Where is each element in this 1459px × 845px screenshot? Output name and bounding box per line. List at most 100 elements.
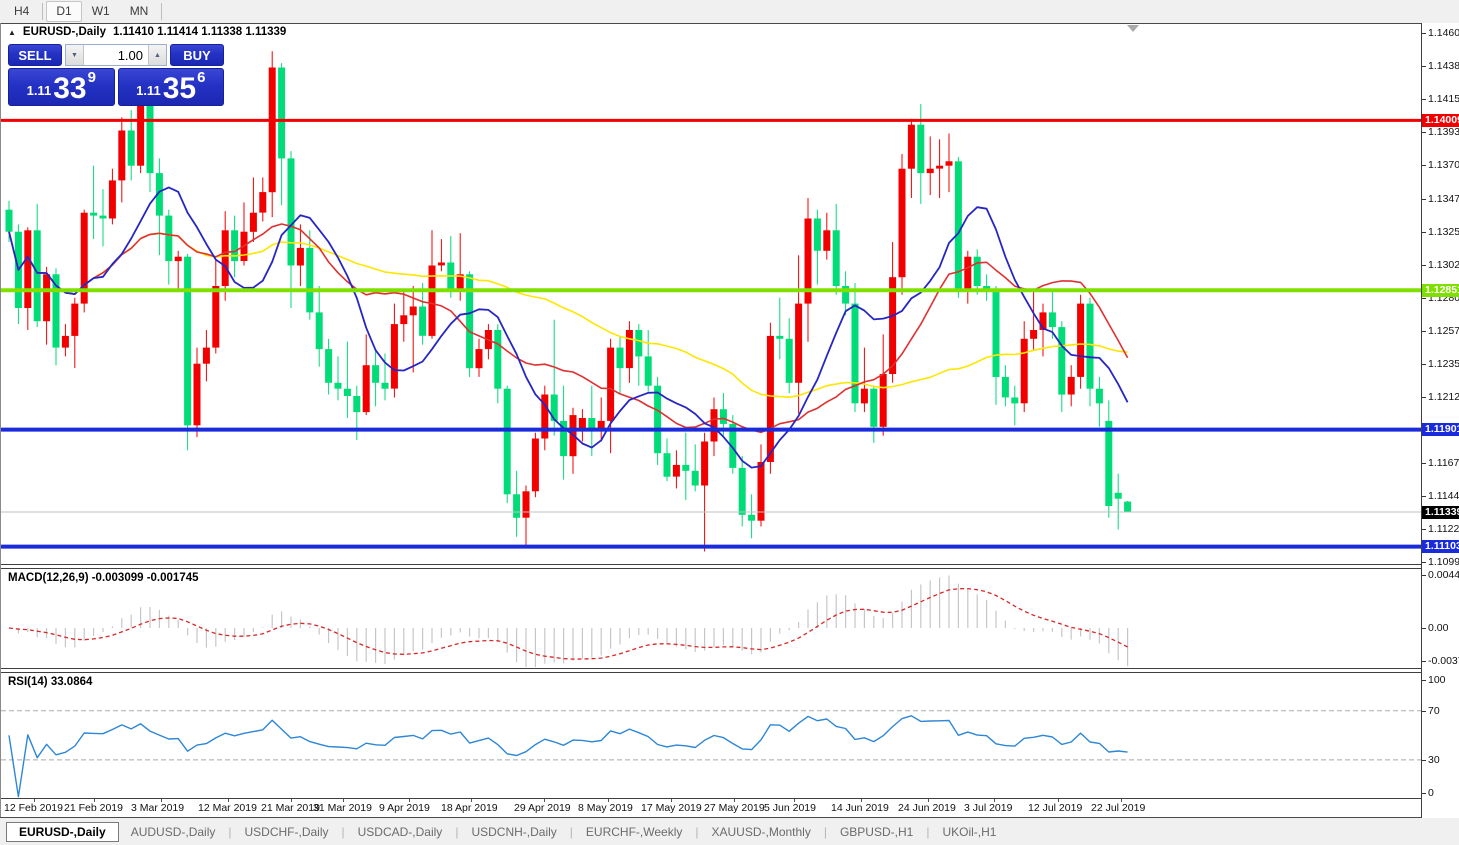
price-tick <box>1422 298 1426 299</box>
date-label: 3 Mar 2019 <box>131 802 184 814</box>
macd-indicator-label: MACD(12,26,9) -0.003099 -0.001745 <box>8 572 199 584</box>
date-label: 18 Apr 2019 <box>441 802 498 814</box>
date-label: 17 May 2019 <box>641 802 702 814</box>
rsi-pane-canvas[interactable] <box>1 673 1421 798</box>
chart-tab-eurusd[interactable]: EURUSD-,Daily <box>6 822 119 842</box>
price-tick-label: 1.14155 <box>1428 93 1459 105</box>
price-tick-label: 0.00 <box>1428 622 1448 634</box>
price-tick <box>1422 661 1426 662</box>
tab-separator: | <box>824 825 827 839</box>
price-tick <box>1422 99 1426 100</box>
price-tick-label: 1.13250 <box>1428 226 1459 238</box>
price-line-label: 1.11103 <box>1422 540 1459 553</box>
price-tick-label: 1.13025 <box>1428 259 1459 271</box>
price-tick <box>1422 760 1426 761</box>
chart-tab-xauusd[interactable]: XAUUSD-,Monthly <box>699 822 822 842</box>
price-tick-label: -0.003715 <box>1428 655 1459 667</box>
price-tick <box>1422 793 1426 794</box>
timeframe-button-h4[interactable]: H4 <box>4 1 39 22</box>
price-tick-label: 1.13475 <box>1428 193 1459 205</box>
chart-tab-usdcad[interactable]: USDCAD-,Daily <box>346 822 455 842</box>
date-label: 9 Apr 2019 <box>379 802 430 814</box>
price-tick <box>1422 66 1426 67</box>
chart-tab-eurchf[interactable]: EURCHF-,Weekly <box>574 822 694 842</box>
price-line-label: 1.14009 <box>1422 114 1459 127</box>
timeframe-button-mn[interactable]: MN <box>120 1 159 22</box>
volume-spinner: ▼ 1.00 ▲ <box>65 44 167 66</box>
price-tick <box>1422 331 1426 332</box>
tab-separator: | <box>228 825 231 839</box>
date-axis[interactable]: 12 Feb 201921 Feb 20193 Mar 201912 Mar 2… <box>1 799 1421 817</box>
date-label: 21 Feb 2019 <box>64 802 123 814</box>
price-tick <box>1422 165 1426 166</box>
volume-decrease-icon[interactable]: ▼ <box>66 45 84 65</box>
sell-button[interactable]: SELL <box>8 44 62 66</box>
macd-pane-canvas[interactable] <box>1 569 1421 668</box>
toolbar-separator <box>161 3 162 20</box>
chart-shift-marker-icon[interactable] <box>1127 25 1139 32</box>
one-click-trading-panel: SELL ▼ 1.00 ▲ BUY 1.11 33 9 1.11 35 6 <box>8 44 224 106</box>
price-tick-label: 0 <box>1428 787 1434 799</box>
chart-ohlc-values: 1.11410 1.11414 1.11338 1.11339 <box>113 26 286 38</box>
timeframe-button-d1[interactable]: D1 <box>46 1 81 22</box>
price-tick <box>1422 132 1426 133</box>
price-tick-label: 1.12125 <box>1428 391 1459 403</box>
buy-price-big: 35 <box>163 76 196 102</box>
date-label: 21 Mar 2019 <box>261 802 320 814</box>
price-tick <box>1422 232 1426 233</box>
chart-symbol-label: EURUSD-,Daily <box>23 26 106 38</box>
price-tick <box>1422 397 1426 398</box>
chart-tab-audusd[interactable]: AUDUSD-,Daily <box>119 822 228 842</box>
buy-button[interactable]: BUY <box>170 44 224 66</box>
volume-increase-icon[interactable]: ▲ <box>148 45 166 65</box>
chart-tab-gbpusd[interactable]: GBPUSD-,H1 <box>828 822 925 842</box>
date-label: 3 Jul 2019 <box>964 802 1012 814</box>
price-tick <box>1422 529 1426 530</box>
toolbar-separator <box>42 3 43 20</box>
price-tick <box>1422 33 1426 34</box>
date-label: 5 Jun 2019 <box>764 802 816 814</box>
timeframe-button-w1[interactable]: W1 <box>82 1 120 22</box>
price-tick <box>1422 265 1426 266</box>
price-tick-label: 1.11445 <box>1428 490 1459 502</box>
price-tick-label: 1.11675 <box>1428 457 1459 469</box>
buy-price-prefix: 1.11 <box>136 83 161 98</box>
tab-separator: | <box>342 825 345 839</box>
price-tick-label: 1.11220 <box>1428 523 1459 535</box>
rsi-indicator-label: RSI(14) 33.0864 <box>8 676 92 688</box>
sell-price-box[interactable]: 1.11 33 9 <box>8 68 115 106</box>
price-tick <box>1422 364 1426 365</box>
chart-tab-usdchf[interactable]: USDCHF-,Daily <box>233 822 341 842</box>
price-tick <box>1422 711 1426 712</box>
price-line-label: 1.11901 <box>1422 423 1459 436</box>
price-line-label: 1.12851 <box>1422 284 1459 297</box>
chart-tabs-bar: EURUSD-,DailyAUDUSD-,Daily|USDCHF-,Daily… <box>0 819 1459 845</box>
volume-input[interactable]: 1.00 <box>84 45 148 65</box>
price-tick <box>1422 199 1426 200</box>
date-label: 31 Mar 2019 <box>313 802 372 814</box>
price-tick-label: 1.14605 <box>1428 27 1459 39</box>
chart-tab-ukoil[interactable]: UKOil-,H1 <box>930 822 1008 842</box>
date-label: 12 Mar 2019 <box>198 802 257 814</box>
buy-price-box[interactable]: 1.11 35 6 <box>118 68 225 106</box>
date-label: 24 Jun 2019 <box>898 802 956 814</box>
price-tick <box>1422 628 1426 629</box>
collapse-panel-icon[interactable]: ▲ <box>8 28 16 37</box>
price-tick <box>1422 562 1426 563</box>
chart-tab-usdcnh[interactable]: USDCNH-,Daily <box>459 822 568 842</box>
price-tick <box>1422 575 1426 576</box>
tab-separator: | <box>695 825 698 839</box>
price-tick-label: 30 <box>1428 754 1440 766</box>
price-scale[interactable]: 1.146051.143801.141551.139301.137051.134… <box>1422 23 1459 818</box>
price-tick <box>1422 680 1426 681</box>
date-label: 22 Jul 2019 <box>1091 802 1145 814</box>
chart-title: ▲ EURUSD-,Daily 1.11410 1.11414 1.11338 … <box>8 26 286 38</box>
price-tick-label: 1.12575 <box>1428 325 1459 337</box>
price-tick-label: 1.13930 <box>1428 126 1459 138</box>
price-tick <box>1422 496 1426 497</box>
price-tick-label: 1.10995 <box>1428 556 1459 568</box>
price-tick-label: 70 <box>1428 705 1440 717</box>
tab-separator: | <box>926 825 929 839</box>
timeframe-toolbar: H4 D1W1MN <box>0 0 1459 23</box>
date-label: 27 May 2019 <box>704 802 765 814</box>
